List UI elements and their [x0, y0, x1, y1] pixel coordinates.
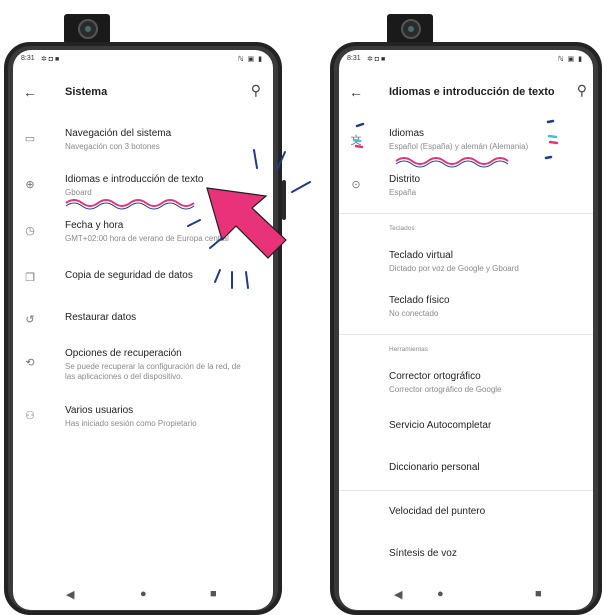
pink-squiggle-underline-right — [395, 157, 509, 165]
pink-squiggle-underline — [65, 199, 195, 207]
annotation-overlay — [65, 119, 559, 289]
pink-arrow-icon — [206, 187, 287, 259]
sparkle-marks — [352, 119, 559, 160]
